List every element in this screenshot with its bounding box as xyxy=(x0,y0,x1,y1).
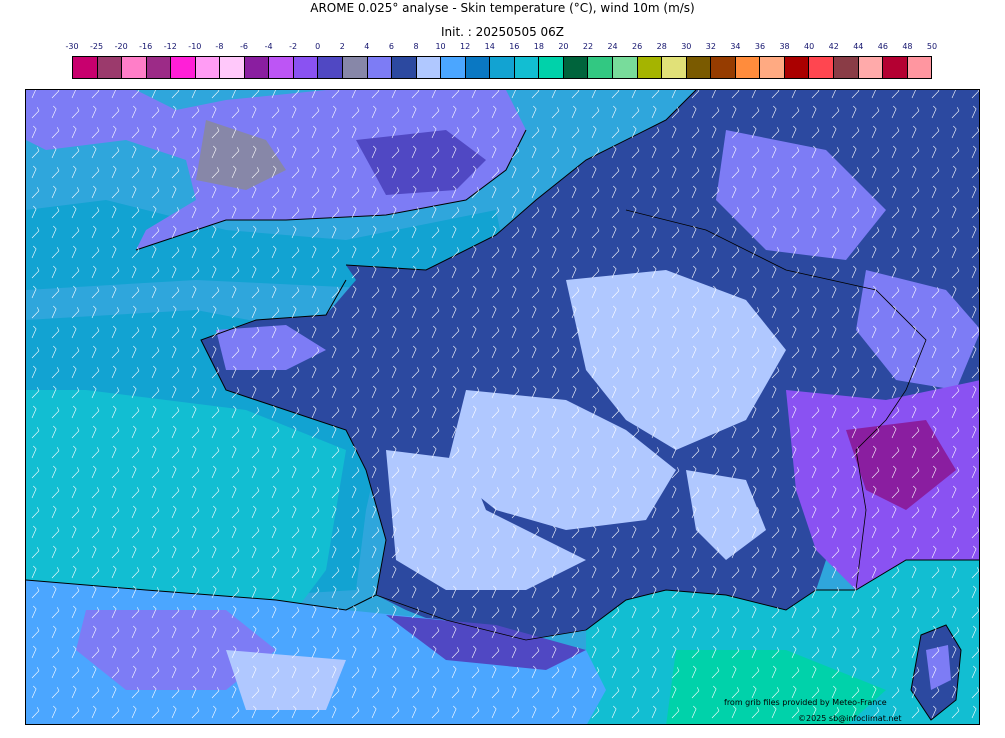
colorbar-tick-label: 8 xyxy=(413,42,419,51)
colorbar-tick-label: 20 xyxy=(558,42,569,51)
colorbar-swatch xyxy=(637,57,663,78)
colorbar-swatch xyxy=(244,57,270,78)
colorbar-swatch xyxy=(858,57,884,78)
colorbar-swatch xyxy=(514,57,540,78)
colorbar-swatch xyxy=(122,57,147,78)
init-time: Init. : 20250505 06Z xyxy=(440,25,565,39)
colorbar-swatch xyxy=(293,57,319,78)
colorbar-tick-label: 46 xyxy=(877,42,888,51)
map-panel: from grib files provided by Meteo-France… xyxy=(25,89,980,725)
colorbar-swatch xyxy=(883,57,908,78)
colorbar-tick-label: -2 xyxy=(289,42,298,51)
colorbar-tick-label: 30 xyxy=(681,42,692,51)
colorbar-tick-label: 48 xyxy=(902,42,913,51)
colorbar-swatch xyxy=(588,57,614,78)
colorbar-tick-label: -30 xyxy=(65,42,79,51)
colorbar-swatch xyxy=(784,57,810,78)
colorbar-swatch xyxy=(465,57,491,78)
colorbar-tick-label: 36 xyxy=(754,42,766,51)
colorbar-swatch xyxy=(662,57,687,78)
colorbar-swatch xyxy=(367,57,393,78)
colorbar-tick-label: -8 xyxy=(215,42,224,51)
colorbar-swatch xyxy=(220,57,245,78)
colorbar-tick-label: 12 xyxy=(460,42,471,51)
colorbar-tick-label: -20 xyxy=(114,42,128,51)
ebro-valley xyxy=(226,650,346,710)
colorbar-tick-label: 16 xyxy=(509,42,520,51)
temperature-map xyxy=(26,90,979,724)
colorbar-tick-label: -25 xyxy=(90,42,104,51)
colorbar-tick-label: -4 xyxy=(264,42,273,51)
colorbar-tick-label: 28 xyxy=(656,42,667,51)
colorbar-swatch xyxy=(73,57,98,78)
colorbar-tick-label: -12 xyxy=(163,42,177,51)
colorbar xyxy=(72,56,932,79)
colorbar-swatch xyxy=(490,57,515,78)
colorbar-tick-label: -6 xyxy=(240,42,248,51)
colorbar-swatch xyxy=(97,57,123,78)
colorbar-tick-label: 44 xyxy=(853,42,864,51)
colorbar-swatch xyxy=(735,57,761,78)
colorbar-tick-label: 0 xyxy=(315,42,321,51)
colorbar-swatch xyxy=(809,57,834,78)
copyright-credit: ©2025 sb@infoclimat.net xyxy=(798,714,902,723)
colorbar-tick-label: 18 xyxy=(533,42,544,51)
colorbar-tick-label: 22 xyxy=(582,42,594,51)
colorbar-tick-label: 40 xyxy=(804,42,815,51)
data-source-credit: from grib files provided by Meteo-France xyxy=(724,698,887,707)
colorbar-swatch xyxy=(269,57,294,78)
colorbar-tick-label: 4 xyxy=(364,42,370,51)
colorbar-swatch xyxy=(686,57,712,78)
colorbar-tick-label: 10 xyxy=(435,42,446,51)
colorbar-swatch xyxy=(613,57,638,78)
colorbar-swatch xyxy=(441,57,466,78)
colorbar-tick-label: 24 xyxy=(607,42,618,51)
colorbar-tick-label: 50 xyxy=(926,42,938,51)
colorbar-swatch xyxy=(318,57,344,78)
colorbar-swatch xyxy=(392,57,417,78)
colorbar-tick-labels: -30 -25 -20 -16 -12 -10 -8 -6 -4 -2 0 2 4 6 8 10 12 14 16 1… xyxy=(65,42,937,54)
colorbar-tick-label: 26 xyxy=(632,42,643,51)
colorbar-tick-label: 14 xyxy=(484,42,495,51)
colorbar-swatch xyxy=(171,57,196,78)
colorbar-swatch xyxy=(416,57,442,78)
colorbar-tick-label: 38 xyxy=(779,42,790,51)
chart-title: AROME 0.025° analyse - Skin temperature … xyxy=(310,1,695,15)
colorbar-swatch xyxy=(563,57,589,78)
colorbar-swatch xyxy=(711,57,736,78)
colorbar-tick-label: 42 xyxy=(828,42,839,51)
colorbar-tick-label: -10 xyxy=(188,42,202,51)
colorbar-swatch xyxy=(343,57,368,78)
colorbar-swatch xyxy=(760,57,785,78)
colorbar-tick-label: -16 xyxy=(139,42,153,51)
colorbar-swatch xyxy=(146,57,172,78)
colorbar-tick-label: 2 xyxy=(339,42,345,51)
colorbar-swatch xyxy=(195,57,221,78)
colorbar-swatch xyxy=(539,57,564,78)
colorbar-swatch xyxy=(907,57,932,78)
colorbar-tick-label: 32 xyxy=(705,42,716,51)
colorbar-tick-label: 6 xyxy=(388,42,394,51)
colorbar-tick-label: 34 xyxy=(730,42,741,51)
colorbar-swatch xyxy=(833,57,859,78)
